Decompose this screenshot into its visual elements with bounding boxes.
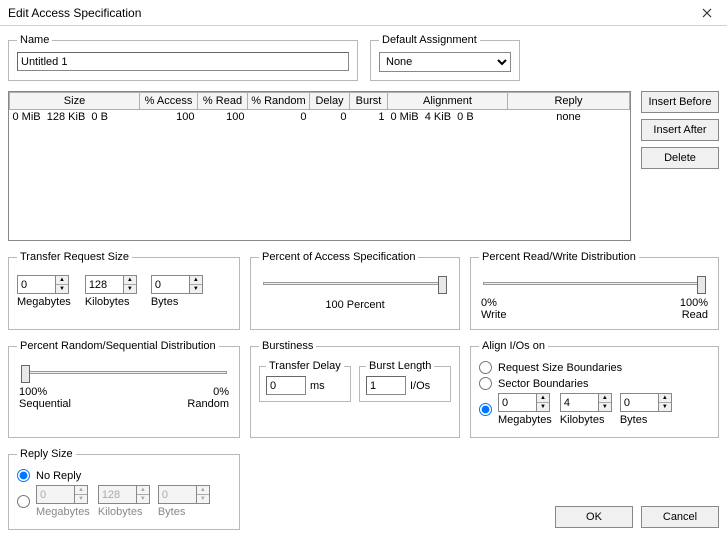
cancel-button[interactable]: Cancel — [641, 506, 719, 528]
col-size[interactable]: Size — [10, 93, 140, 110]
align-b-spinner[interactable]: ▲▼ — [620, 393, 672, 412]
percent-access-legend: Percent of Access Specification — [259, 251, 418, 263]
burstiness-group: Burstiness Transfer Delay ms Burst Lengt… — [250, 340, 460, 438]
spec-table[interactable]: Size % Access % Read % Random Delay Burs… — [8, 91, 631, 241]
reply-size-group: Reply Size No Reply ▲▼ Megabytes ▲▼ Kilo… — [8, 448, 240, 530]
name-input[interactable] — [17, 52, 349, 71]
up-arrow-icon[interactable]: ▲ — [56, 276, 68, 285]
percent-access-value: 100 Percent — [259, 299, 451, 311]
insert-before-button[interactable]: Insert Before — [641, 91, 719, 113]
reply-legend: Reply Size — [17, 448, 76, 460]
reply-mb-spinner: ▲▼ — [36, 485, 88, 504]
align-request-radio[interactable] — [479, 361, 492, 374]
name-group: Name — [8, 34, 358, 81]
default-assignment-group: Default Assignment None — [370, 34, 520, 81]
col-access[interactable]: % Access — [140, 93, 198, 110]
align-kb-spinner[interactable]: ▲▼ — [560, 393, 612, 412]
align-legend: Align I/Os on — [479, 340, 548, 352]
reply-custom-radio[interactable] — [17, 495, 30, 508]
table-row[interactable]: 0 MiB 128 KiB 0 B 100 100 0 0 1 0 MiB 4 … — [10, 110, 630, 125]
close-button[interactable] — [693, 3, 721, 23]
col-burst[interactable]: Burst — [350, 93, 388, 110]
col-read[interactable]: % Read — [198, 93, 248, 110]
name-legend: Name — [17, 34, 52, 46]
reply-kb-spinner: ▲▼ — [98, 485, 150, 504]
burst-length-group: Burst Length I/Os — [359, 360, 451, 402]
align-mb-spinner[interactable]: ▲▼ — [498, 393, 550, 412]
transfer-mb-spinner[interactable]: ▲▼ — [17, 275, 69, 294]
col-reply[interactable]: Reply — [508, 93, 630, 110]
kb-label: Kilobytes — [85, 296, 130, 308]
burst-length-input[interactable] — [366, 376, 406, 395]
ms-label: ms — [310, 380, 325, 392]
percent-rs-group: Percent Random/Sequential Distribution 1… — [8, 340, 240, 438]
percent-rw-slider[interactable] — [483, 273, 706, 297]
down-arrow-icon[interactable]: ▼ — [56, 285, 68, 293]
mb-label: Megabytes — [17, 296, 71, 308]
no-reply-radio[interactable] — [17, 469, 30, 482]
transfer-kb-spinner[interactable]: ▲▼ — [85, 275, 137, 294]
reply-b-spinner: ▲▼ — [158, 485, 210, 504]
percent-rs-legend: Percent Random/Sequential Distribution — [17, 340, 219, 352]
transfer-legend: Transfer Request Size — [17, 251, 132, 263]
close-icon — [702, 8, 712, 18]
table-header-row: Size % Access % Read % Random Delay Burs… — [10, 93, 630, 110]
window-title: Edit Access Specification — [8, 6, 141, 20]
col-delay[interactable]: Delay — [310, 93, 350, 110]
transfer-delay-input[interactable] — [266, 376, 306, 395]
percent-access-group: Percent of Access Specification 100 Perc… — [250, 251, 460, 330]
transfer-request-size-group: Transfer Request Size ▲▼ Megabytes ▲▼ Ki… — [8, 251, 240, 330]
col-random[interactable]: % Random — [248, 93, 310, 110]
ios-label: I/Os — [410, 380, 430, 392]
insert-after-button[interactable]: Insert After — [641, 119, 719, 141]
ok-button[interactable]: OK — [555, 506, 633, 528]
percent-rw-legend: Percent Read/Write Distribution — [479, 251, 639, 263]
transfer-delay-group: Transfer Delay ms — [259, 360, 351, 402]
b-label: Bytes — [151, 296, 179, 308]
burstiness-legend: Burstiness — [259, 340, 316, 352]
percent-rs-slider[interactable] — [21, 362, 227, 386]
percent-access-slider[interactable] — [263, 273, 447, 297]
transfer-b-spinner[interactable]: ▲▼ — [151, 275, 203, 294]
align-group: Align I/Os on Request Size Boundaries Se… — [470, 340, 719, 438]
title-bar: Edit Access Specification — [0, 0, 727, 26]
col-alignment[interactable]: Alignment — [388, 93, 508, 110]
default-assignment-legend: Default Assignment — [379, 34, 480, 46]
align-custom-radio[interactable] — [479, 403, 492, 416]
delete-button[interactable]: Delete — [641, 147, 719, 169]
align-sector-radio[interactable] — [479, 377, 492, 390]
default-assignment-select[interactable]: None — [379, 52, 511, 72]
percent-rw-group: Percent Read/Write Distribution 0% 100% … — [470, 251, 719, 330]
